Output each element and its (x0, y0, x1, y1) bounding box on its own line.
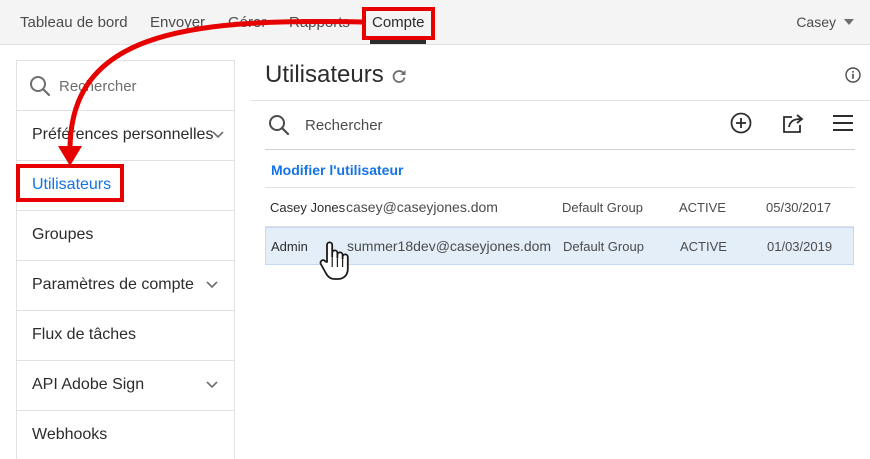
annotation-box-account (362, 7, 435, 40)
annotation-arrow (58, 18, 365, 166)
annotation-box-users (16, 164, 124, 202)
hand-cursor-icon (319, 241, 349, 280)
page: Tableau de bord Envoyer Gérer Rapports C… (0, 0, 870, 459)
